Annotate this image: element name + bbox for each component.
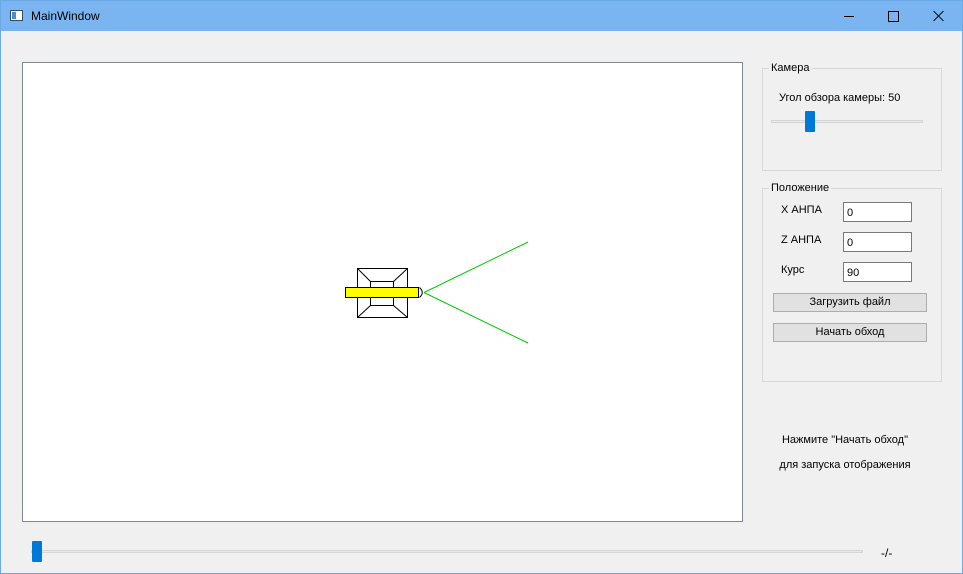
load-file-button[interactable]: Загрузить файл bbox=[773, 293, 927, 312]
minimize-icon bbox=[844, 15, 854, 17]
heading-label: Курс bbox=[781, 264, 805, 276]
hint-line-2: для запуска отображения bbox=[779, 459, 911, 471]
minimize-button[interactable] bbox=[826, 1, 872, 31]
title-bar[interactable]: MainWindow bbox=[1, 1, 962, 31]
view-angle-slider-track[interactable] bbox=[771, 120, 923, 123]
timeline-label: -/- bbox=[881, 546, 893, 560]
start-traversal-button[interactable]: Начать обход bbox=[773, 323, 927, 342]
z-label: Z АНПА bbox=[781, 234, 822, 246]
heading-input[interactable] bbox=[843, 262, 912, 282]
close-button[interactable] bbox=[916, 1, 962, 31]
view-angle-label: Угол обзора камеры: 50 bbox=[779, 92, 901, 104]
fov-line-right bbox=[423, 292, 529, 344]
hint-line-1: Нажмите "Начать обход" bbox=[781, 434, 908, 446]
close-icon bbox=[933, 10, 945, 22]
x-label: X АНПА bbox=[781, 204, 822, 216]
vehicle-edge bbox=[357, 268, 371, 282]
timeline-slider-handle[interactable] bbox=[32, 541, 42, 562]
vehicle-top-view bbox=[345, 268, 423, 318]
position-group-title: Положение bbox=[769, 182, 832, 194]
fov-line-left bbox=[423, 241, 529, 293]
z-input[interactable] bbox=[843, 232, 912, 252]
x-input[interactable] bbox=[843, 202, 912, 222]
window-title: MainWindow bbox=[31, 9, 100, 23]
maximize-button[interactable] bbox=[870, 1, 916, 31]
vehicle-edge bbox=[357, 305, 371, 318]
app-icon bbox=[10, 10, 23, 21]
vehicle-bar bbox=[345, 287, 419, 298]
vehicle-edge bbox=[393, 268, 408, 282]
scene-view[interactable] bbox=[22, 62, 743, 522]
camera-fov bbox=[423, 241, 529, 344]
maximize-icon bbox=[887, 10, 899, 22]
vehicle-edge bbox=[393, 305, 408, 318]
main-window: MainWindow Камера Угол обзора камеры: 50… bbox=[0, 0, 963, 574]
timeline-slider-track[interactable] bbox=[31, 550, 863, 553]
camera-lens bbox=[419, 287, 423, 298]
view-angle-slider-handle[interactable] bbox=[805, 111, 815, 132]
camera-group-title: Камера bbox=[769, 62, 812, 74]
scene-canvas bbox=[345, 241, 529, 344]
